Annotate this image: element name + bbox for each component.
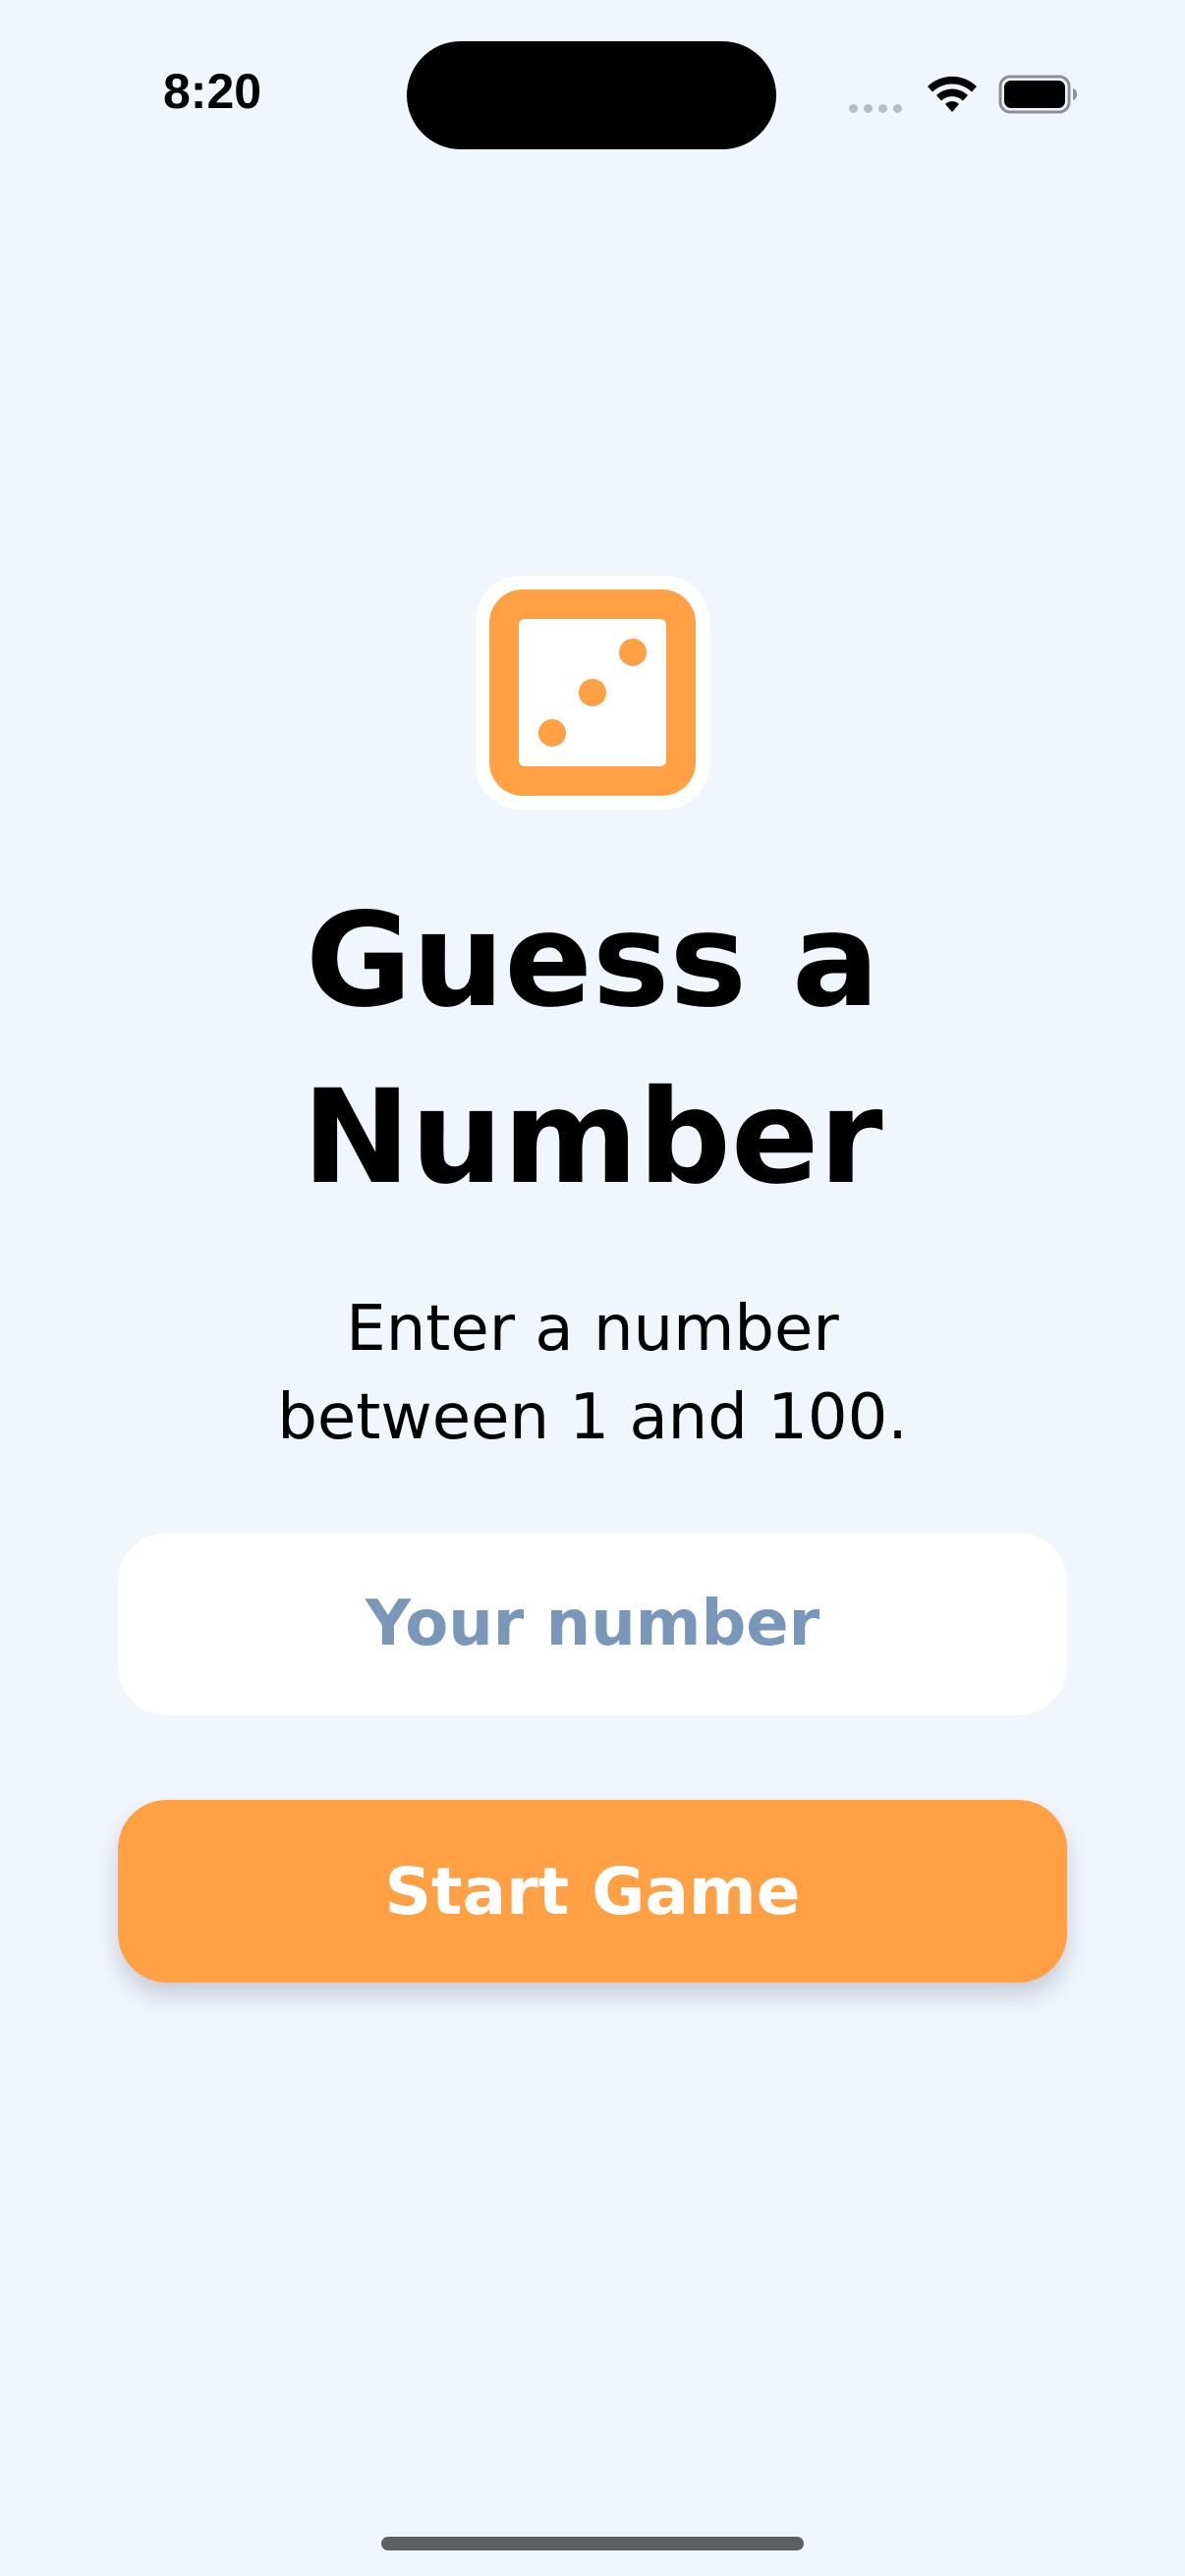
status-time: 8:20: [163, 64, 262, 119]
title-line-1: Guess a: [305, 885, 879, 1036]
home-indicator[interactable]: [381, 2537, 804, 2550]
game-start-screen: 8:20 Guess a Number Enter a number betwe…: [0, 0, 1185, 2576]
dynamic-island: [407, 41, 776, 149]
dice-icon: [489, 589, 696, 796]
page-title: Guess a Number: [0, 872, 1185, 1226]
wifi-icon: [928, 76, 977, 112]
signal-dots-icon: [849, 104, 902, 113]
instructions-line-1: Enter a number: [346, 1293, 839, 1366]
title-line-2: Number: [302, 1062, 883, 1213]
app-logo: [476, 576, 709, 810]
instructions-text: Enter a number between 1 and 100.: [0, 1285, 1185, 1462]
battery-icon: [998, 75, 1077, 114]
number-input[interactable]: [118, 1533, 1067, 1715]
instructions-line-2: between 1 and 100.: [277, 1381, 908, 1454]
start-game-button[interactable]: Start Game: [118, 1800, 1067, 1983]
